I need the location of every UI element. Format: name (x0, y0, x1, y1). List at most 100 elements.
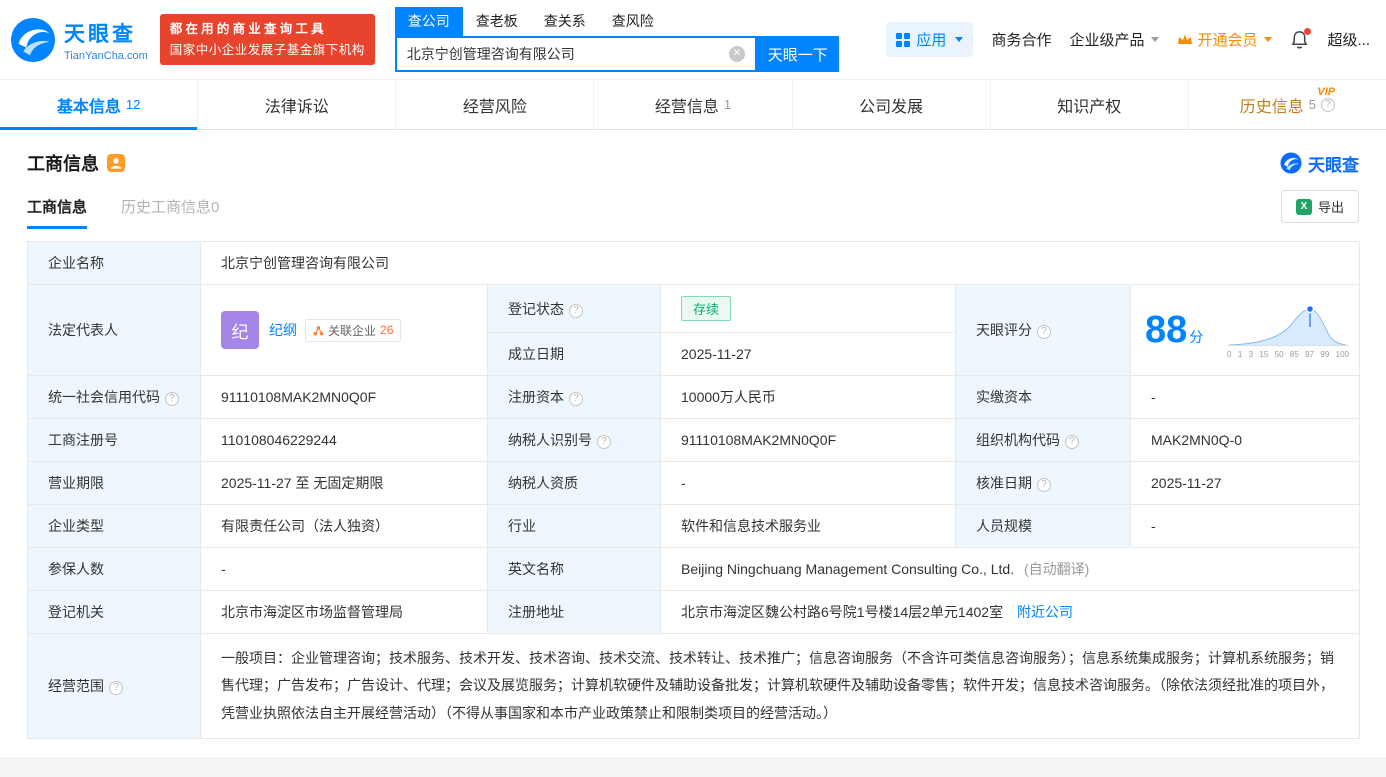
table-row: 参保人数 - 英文名称 Beijing Ningchuang Managemen… (27, 547, 1361, 591)
brand-label: 天眼查 (1308, 155, 1359, 175)
field-label: 注册资本 (508, 389, 564, 405)
tab-intellectual-property[interactable]: 知识产权 (991, 80, 1189, 129)
user-name: 超级... (1327, 32, 1370, 49)
menu-business-cooperation[interactable]: 商务合作 (991, 29, 1051, 50)
help-icon[interactable] (165, 392, 179, 406)
help-icon[interactable] (1037, 478, 1051, 492)
tab-label: 经营风险 (462, 98, 527, 116)
legal-rep-cell: 纪 纪纲 关联企业 26 (221, 311, 467, 349)
field-value: MAK2MN0Q-0 (1151, 432, 1243, 448)
crown-icon (1178, 34, 1193, 44)
tab-count: 1 (723, 97, 732, 112)
tab-basic-info[interactable]: 基本信息 12 (0, 80, 199, 130)
tab-label: 法律诉讼 (264, 98, 329, 116)
field-label: 天眼评分 (976, 322, 1032, 338)
help-icon[interactable] (569, 303, 583, 318)
field-value: 有限责任公司（法人独资） (221, 518, 389, 534)
tianyan-score: 88 分 0 1 3 15 50 85 97 99 100 (1145, 301, 1350, 359)
field-label: 行业 (508, 518, 536, 534)
table-row: 登记机关 北京市海淀区市场监督管理局 注册地址 北京市海淀区魏公村路6号院1号楼… (27, 590, 1361, 634)
nearby-companies-link[interactable]: 附近公司 (1017, 604, 1073, 620)
related-companies-tag[interactable]: 关联企业 26 (305, 318, 402, 342)
address-value: 北京市海淀区魏公村路6号院1号楼14层2单元1402室 (681, 604, 1004, 620)
field-label: 企业名称 (48, 255, 104, 271)
field-label: 纳税人识别号 (508, 432, 592, 448)
search-tab-boss[interactable]: 查老板 (463, 7, 531, 36)
score-axis-ticks: 0 1 3 15 50 85 97 99 100 (1227, 350, 1350, 359)
legal-rep-avatar[interactable]: 纪 (221, 311, 259, 349)
person-icon[interactable] (107, 154, 125, 172)
field-label: 工商注册号 (48, 432, 118, 448)
promo-badge: 都在用的商业查询工具 国家中小企业发展子基金旗下机构 (159, 13, 375, 66)
tab-count: 12 (125, 97, 141, 112)
tab-operational-risk[interactable]: 经营风险 (396, 80, 595, 129)
help-icon[interactable] (597, 435, 611, 449)
search-area: 查公司 查老板 查关系 查风险 天眼一下 (394, 7, 839, 72)
notification-bell[interactable] (1290, 28, 1312, 50)
subtab-history-business-info[interactable]: 历史工商信息0 (121, 196, 219, 229)
related-label: 关联企业 (328, 323, 377, 338)
tab-label: 公司发展 (859, 98, 924, 116)
section-title: 工商信息 (27, 154, 99, 174)
tab-label: 历史信息 (1239, 98, 1304, 116)
help-icon[interactable] (1037, 325, 1051, 339)
page-bottom-strip (0, 756, 1386, 777)
related-count: 26 (380, 323, 394, 337)
table-row: 企业类型 有限责任公司（法人独资） 行业 软件和信息技术服务业 人员规模 - (27, 504, 1361, 548)
section-header: 工商信息 天眼查 (0, 130, 1386, 188)
field-label: 注册地址 (508, 604, 564, 620)
export-label: 导出 (1317, 200, 1344, 215)
field-label: 核准日期 (976, 475, 1032, 491)
legal-rep-link[interactable]: 纪纲 (269, 320, 297, 340)
field-label: 营业期限 (48, 475, 104, 491)
tab-history-info[interactable]: 历史信息 5 VIP (1189, 80, 1386, 129)
field-label: 成立日期 (508, 346, 564, 362)
apps-menu[interactable]: 应用 (886, 22, 974, 57)
export-button[interactable]: 导出 (1280, 190, 1359, 223)
search-tab-risk[interactable]: 查风险 (599, 7, 667, 36)
help-icon[interactable] (109, 680, 123, 695)
help-icon[interactable] (1065, 435, 1079, 449)
chevron-down-icon (955, 37, 964, 42)
menu-open-vip[interactable]: 开通会员 (1177, 29, 1273, 50)
field-label: 登记状态 (508, 300, 564, 317)
help-icon[interactable] (569, 392, 583, 406)
table-row: 营业期限 2025-11-27 至 无固定期限 纳税人资质 - 核准日期 202… (27, 461, 1361, 505)
field-value: - (1151, 389, 1156, 405)
search-button[interactable]: 天眼一下 (756, 36, 839, 72)
related-graph-icon (313, 325, 324, 335)
menu-enterprise-products[interactable]: 企业级产品 (1069, 29, 1160, 50)
business-scope-value: 一般项目：企业管理咨询；技术服务、技术开发、技术咨询、技术交流、技术转让、技术推… (221, 650, 1334, 721)
field-label: 人员规模 (976, 518, 1032, 534)
subtab-business-info[interactable]: 工商信息 (27, 196, 88, 229)
promo-line1: 都在用的商业查询工具 (169, 21, 327, 36)
search-tab-company[interactable]: 查公司 (394, 7, 463, 36)
table-row: 法定代表人 纪 纪纲 关联企业 26 登记状态? 存续 天眼评分? 88 分 0… (27, 284, 1361, 376)
tianyancha-logo[interactable]: 天眼查 TianYanCha.com (10, 17, 148, 63)
score-chart: 0 1 3 15 50 85 97 99 100 (1227, 301, 1350, 359)
help-icon[interactable] (1321, 97, 1336, 112)
field-value: 软件和信息技术服务业 (681, 518, 821, 534)
cooperation-label: 商务合作 (991, 32, 1052, 49)
search-tab-relation[interactable]: 查关系 (531, 7, 599, 36)
chevron-down-icon (1151, 37, 1160, 42)
field-label: 纳税人资质 (508, 475, 578, 491)
company-nav-tabs: 基本信息 12 法律诉讼 经营风险 经营信息 1 公司发展 知识产权 历史信息 … (0, 80, 1386, 130)
auto-translate-note: (自动翻译) (1024, 561, 1090, 577)
search-field (394, 36, 757, 72)
field-value: 10000万人民币 (681, 389, 776, 405)
tab-legal-proceedings[interactable]: 法律诉讼 (198, 80, 397, 129)
search-tabs: 查公司 查老板 查关系 查风险 (394, 7, 839, 36)
vip-badge: VIP (1317, 86, 1336, 98)
field-value: - (681, 475, 686, 491)
clear-icon[interactable] (728, 46, 745, 62)
top-bar: 天眼查 TianYanCha.com 都在用的商业查询工具 国家中小企业发展子基… (0, 0, 1386, 80)
field-label: 实缴资本 (976, 389, 1032, 405)
field-value: - (1151, 518, 1156, 534)
search-input[interactable] (396, 46, 729, 62)
tab-business-info[interactable]: 经营信息 1 (594, 80, 793, 129)
tab-company-development[interactable]: 公司发展 (793, 80, 991, 129)
apps-label: 应用 (916, 32, 947, 49)
user-account[interactable]: 超级... (1327, 29, 1370, 50)
business-registration-table: 企业名称 北京宁创管理咨询有限公司 法定代表人 纪 纪纲 关联企业 26 登记状… (27, 241, 1361, 739)
